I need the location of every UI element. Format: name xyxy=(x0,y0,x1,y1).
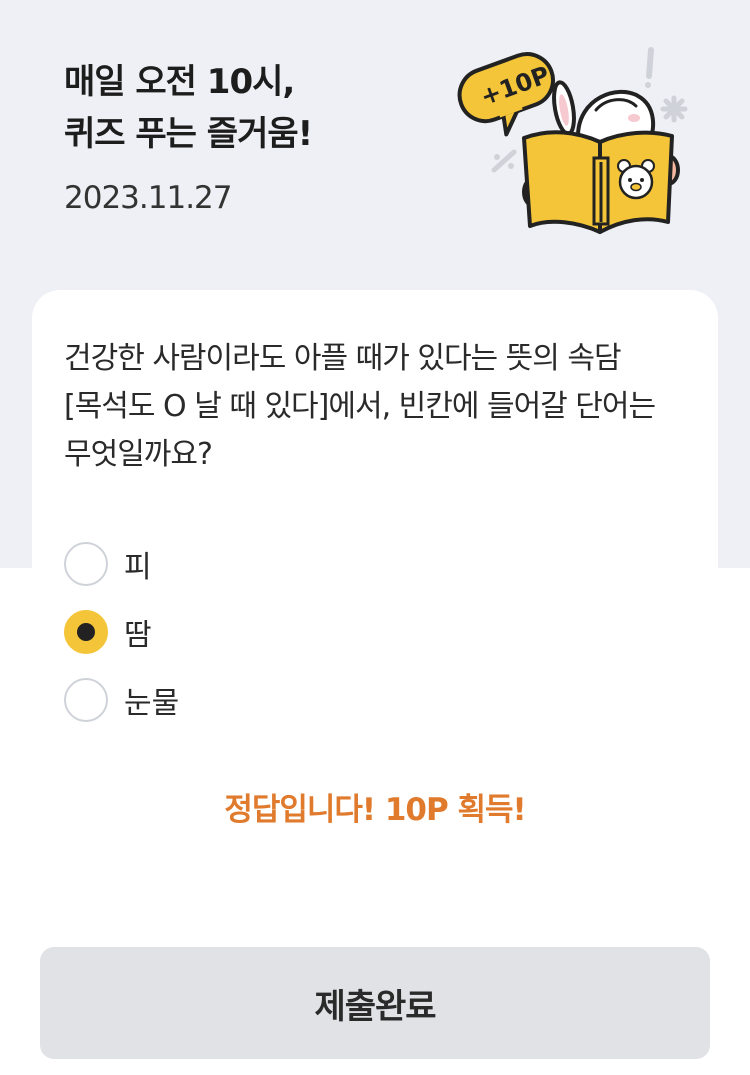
quiz-question: 건강한 사람이라도 아플 때가 있다는 뜻의 속담 [목석도 O 날 때 있다]… xyxy=(64,335,694,479)
radio-button-selected[interactable] xyxy=(64,610,108,654)
radio-button-unselected[interactable] xyxy=(64,542,108,586)
option-label: 땀 xyxy=(124,618,152,653)
page-title-line-2: 퀴즈 푸는 즐거움! xyxy=(64,114,313,154)
result-message: 정답입니다! 10P 획득! xyxy=(224,792,526,828)
page-title: 매일 오전 10시, 퀴즈 푸는 즐거움! xyxy=(64,56,444,160)
radio-dot-icon xyxy=(77,623,95,641)
question-line-1: 건강한 사람이라도 아플 때가 있다는 뜻의 속담 xyxy=(64,341,622,376)
submit-button[interactable]: 제출완료 xyxy=(40,947,710,1059)
quiz-option-1[interactable]: 피 xyxy=(64,540,152,588)
radio-button-unselected[interactable] xyxy=(64,678,108,722)
quiz-option-2[interactable]: 땀 xyxy=(64,608,152,656)
quiz-date: 2023.11.27 xyxy=(64,180,232,216)
question-line-3: 무엇일까요? xyxy=(64,437,213,472)
question-line-2: [목석도 O 날 때 있다]에서, 빈칸에 들어갈 단어는 xyxy=(64,389,656,424)
option-label: 눈물 xyxy=(124,686,180,721)
quiz-option-3[interactable]: 눈물 xyxy=(64,676,179,724)
option-label: 피 xyxy=(124,550,152,585)
rabbit-reading-book-icon xyxy=(457,47,688,234)
page-title-line-1: 매일 오전 10시, xyxy=(64,62,295,102)
